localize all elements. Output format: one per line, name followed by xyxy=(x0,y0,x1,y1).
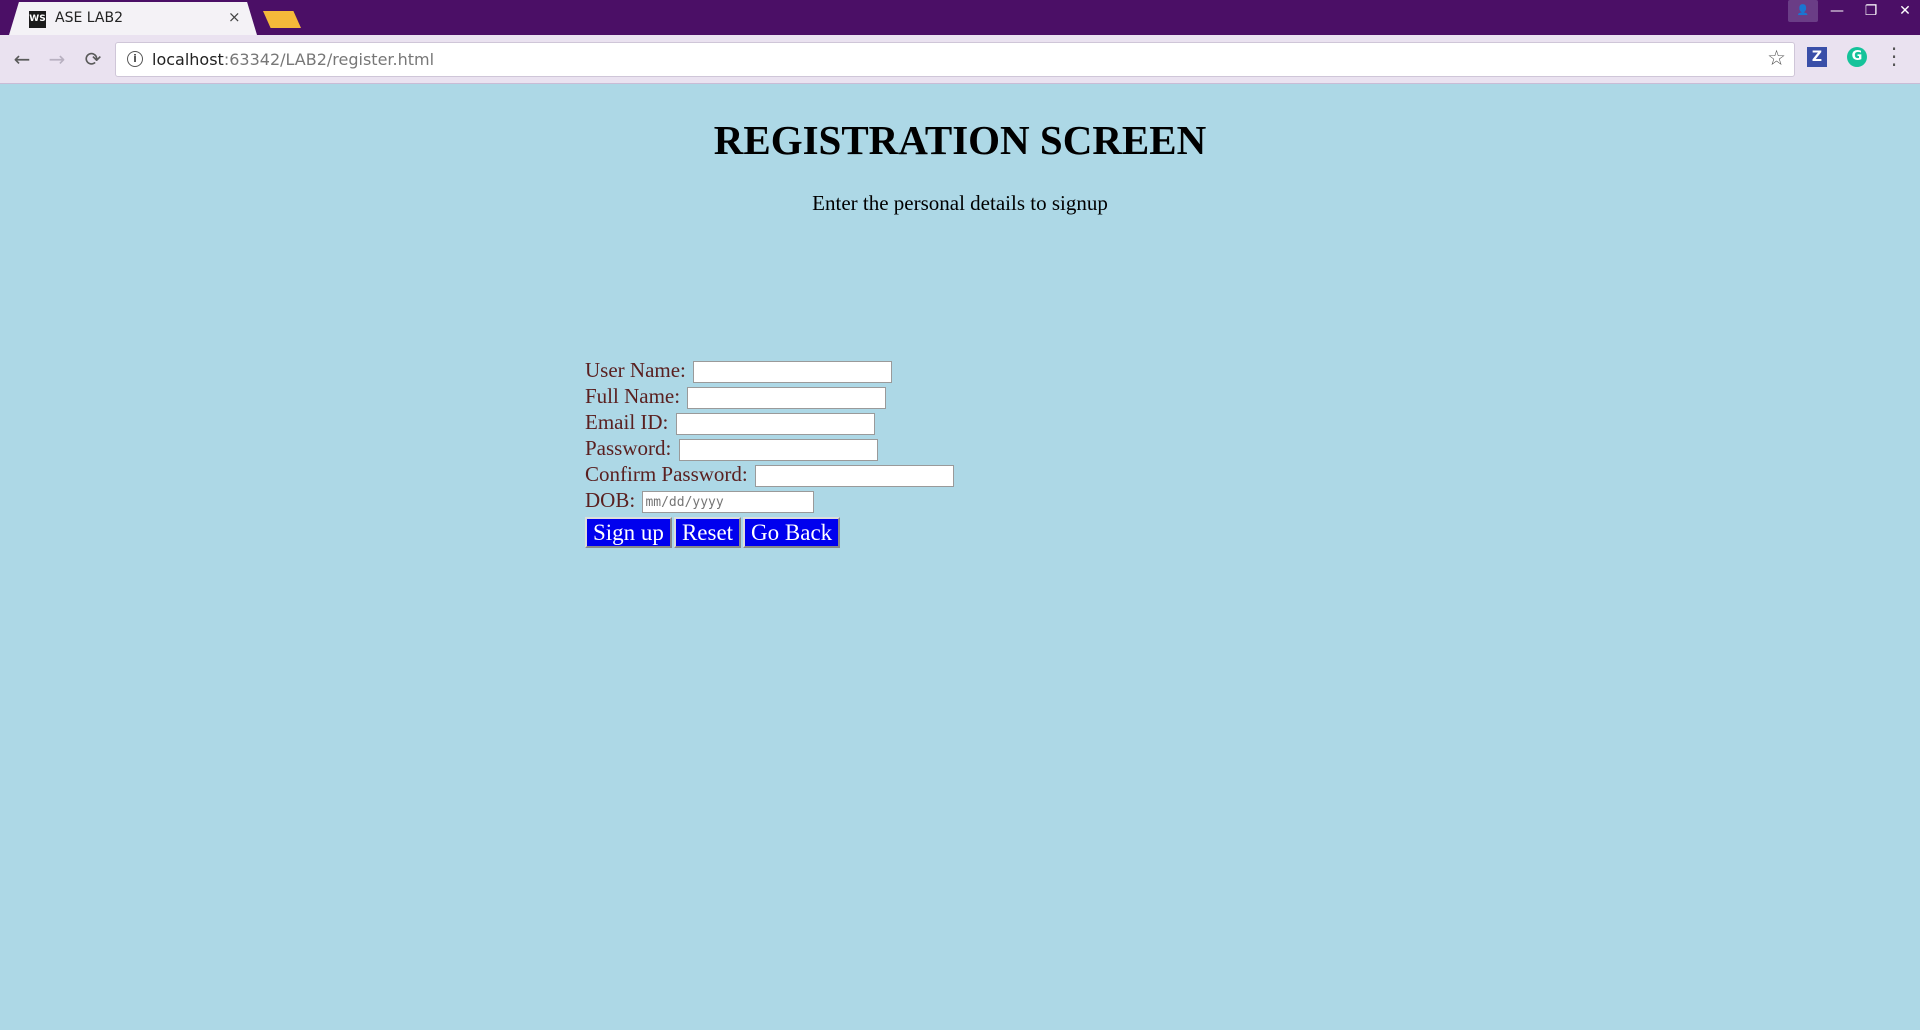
page-subtitle: Enter the personal details to signup xyxy=(812,191,1108,215)
dob-row: DOB: xyxy=(585,487,954,514)
restore-icon[interactable]: ❐ xyxy=(1856,0,1886,22)
email-row: Email ID: xyxy=(585,409,954,436)
minimize-icon[interactable]: — xyxy=(1822,0,1852,22)
back-arrow-icon[interactable]: ← xyxy=(9,46,35,72)
full-name-label: Full Name: xyxy=(585,384,681,408)
registration-form: User Name: Full Name: Email ID: Password… xyxy=(585,357,954,549)
confirm-password-label: Confirm Password: xyxy=(585,462,748,486)
tab-title: ASE LAB2 xyxy=(55,10,123,26)
page-content: REGISTRATION SCREEN Enter the personal d… xyxy=(0,84,1920,1030)
address-bar[interactable]: i localhost:63342/LAB2/register.html ☆ xyxy=(115,42,1795,77)
dob-label: DOB: xyxy=(585,488,636,512)
reload-icon[interactable]: ⟳ xyxy=(80,46,106,72)
email-input[interactable] xyxy=(675,413,875,436)
go-back-button[interactable]: Go Back xyxy=(743,517,841,548)
close-window-icon[interactable]: ✕ xyxy=(1890,0,1920,22)
password-input[interactable] xyxy=(678,439,878,462)
browser-toolbar: ← → ⟳ i localhost:63342/LAB2/register.ht… xyxy=(0,35,1920,84)
email-label: Email ID: xyxy=(585,410,669,434)
window-controls: 👤 — ❐ ✕ xyxy=(1784,0,1920,24)
page-title: REGISTRATION SCREEN xyxy=(713,117,1207,163)
full-name-input[interactable] xyxy=(687,387,887,410)
bookmark-star-icon[interactable]: ☆ xyxy=(1767,46,1786,70)
info-icon[interactable]: i xyxy=(127,51,143,67)
password-row: Password: xyxy=(585,435,954,462)
z-extension-icon[interactable]: Z xyxy=(1807,47,1827,67)
grammarly-extension-icon[interactable]: G xyxy=(1847,47,1867,67)
profile-icon[interactable]: 👤 xyxy=(1788,0,1818,22)
user-name-label: User Name: xyxy=(585,358,686,382)
tab-close-icon[interactable]: × xyxy=(228,8,241,26)
new-tab-button[interactable] xyxy=(263,11,301,28)
user-name-row: User Name: xyxy=(585,357,954,384)
reset-button[interactable]: Reset xyxy=(673,517,742,548)
form-buttons: Sign up Reset Go Back xyxy=(585,517,954,549)
dob-input[interactable] xyxy=(642,491,815,514)
url-host: localhost xyxy=(152,50,224,69)
password-label: Password: xyxy=(585,436,672,460)
url-text[interactable]: localhost:63342/LAB2/register.html xyxy=(152,50,434,69)
browser-menu-icon[interactable]: · · · xyxy=(1889,39,1899,75)
forward-arrow-icon[interactable]: → xyxy=(44,46,70,72)
confirm-password-input[interactable] xyxy=(755,465,954,488)
full-name-row: Full Name: xyxy=(585,383,954,410)
user-name-input[interactable] xyxy=(693,361,893,384)
webstorm-favicon-icon: WS xyxy=(29,11,46,28)
browser-titlebar: WS ASE LAB2 × 👤 — ❐ ✕ xyxy=(0,0,1920,35)
browser-tab[interactable]: WS ASE LAB2 × xyxy=(9,2,257,35)
signup-button[interactable]: Sign up xyxy=(585,517,672,548)
confirm-password-row: Confirm Password: xyxy=(585,461,954,488)
url-path: :63342/LAB2/register.html xyxy=(223,50,435,69)
